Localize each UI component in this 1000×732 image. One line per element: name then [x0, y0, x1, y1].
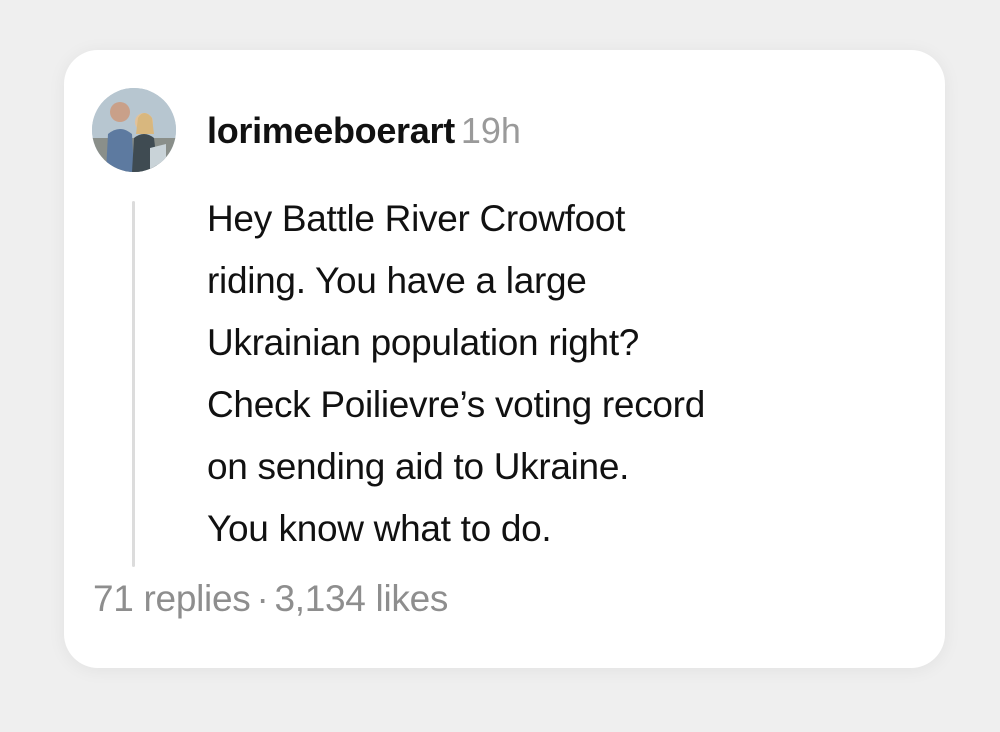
- comment-text: Hey Battle River Crowfoot riding. You ha…: [207, 188, 927, 560]
- comment-line: Ukrainian population right?: [207, 322, 640, 363]
- avatar-photo: [92, 88, 176, 172]
- comment-card: lorimeeboerart 19h Hey Battle River Crowf…: [64, 50, 945, 668]
- replies-count[interactable]: 71 replies: [93, 578, 251, 619]
- stats-separator: ·: [256, 578, 269, 619]
- thread-line: [132, 201, 135, 567]
- comment-line: You know what to do.: [207, 508, 552, 549]
- username[interactable]: lorimeeboerart: [207, 110, 455, 151]
- comment-line: Hey Battle River Crowfoot: [207, 198, 626, 239]
- comment-stats: 71 replies · 3,134 likes: [93, 578, 448, 620]
- comment-line: riding. You have a large: [207, 260, 587, 301]
- user-avatar[interactable]: [92, 88, 176, 172]
- timestamp: 19h: [460, 110, 521, 151]
- comment-line: on sending aid to Ukraine.: [207, 446, 630, 487]
- comment-header: lorimeeboerart 19h: [207, 110, 521, 154]
- comment-line: Check Poilievre’s voting record: [207, 384, 705, 425]
- likes-count[interactable]: 3,134 likes: [274, 578, 448, 619]
